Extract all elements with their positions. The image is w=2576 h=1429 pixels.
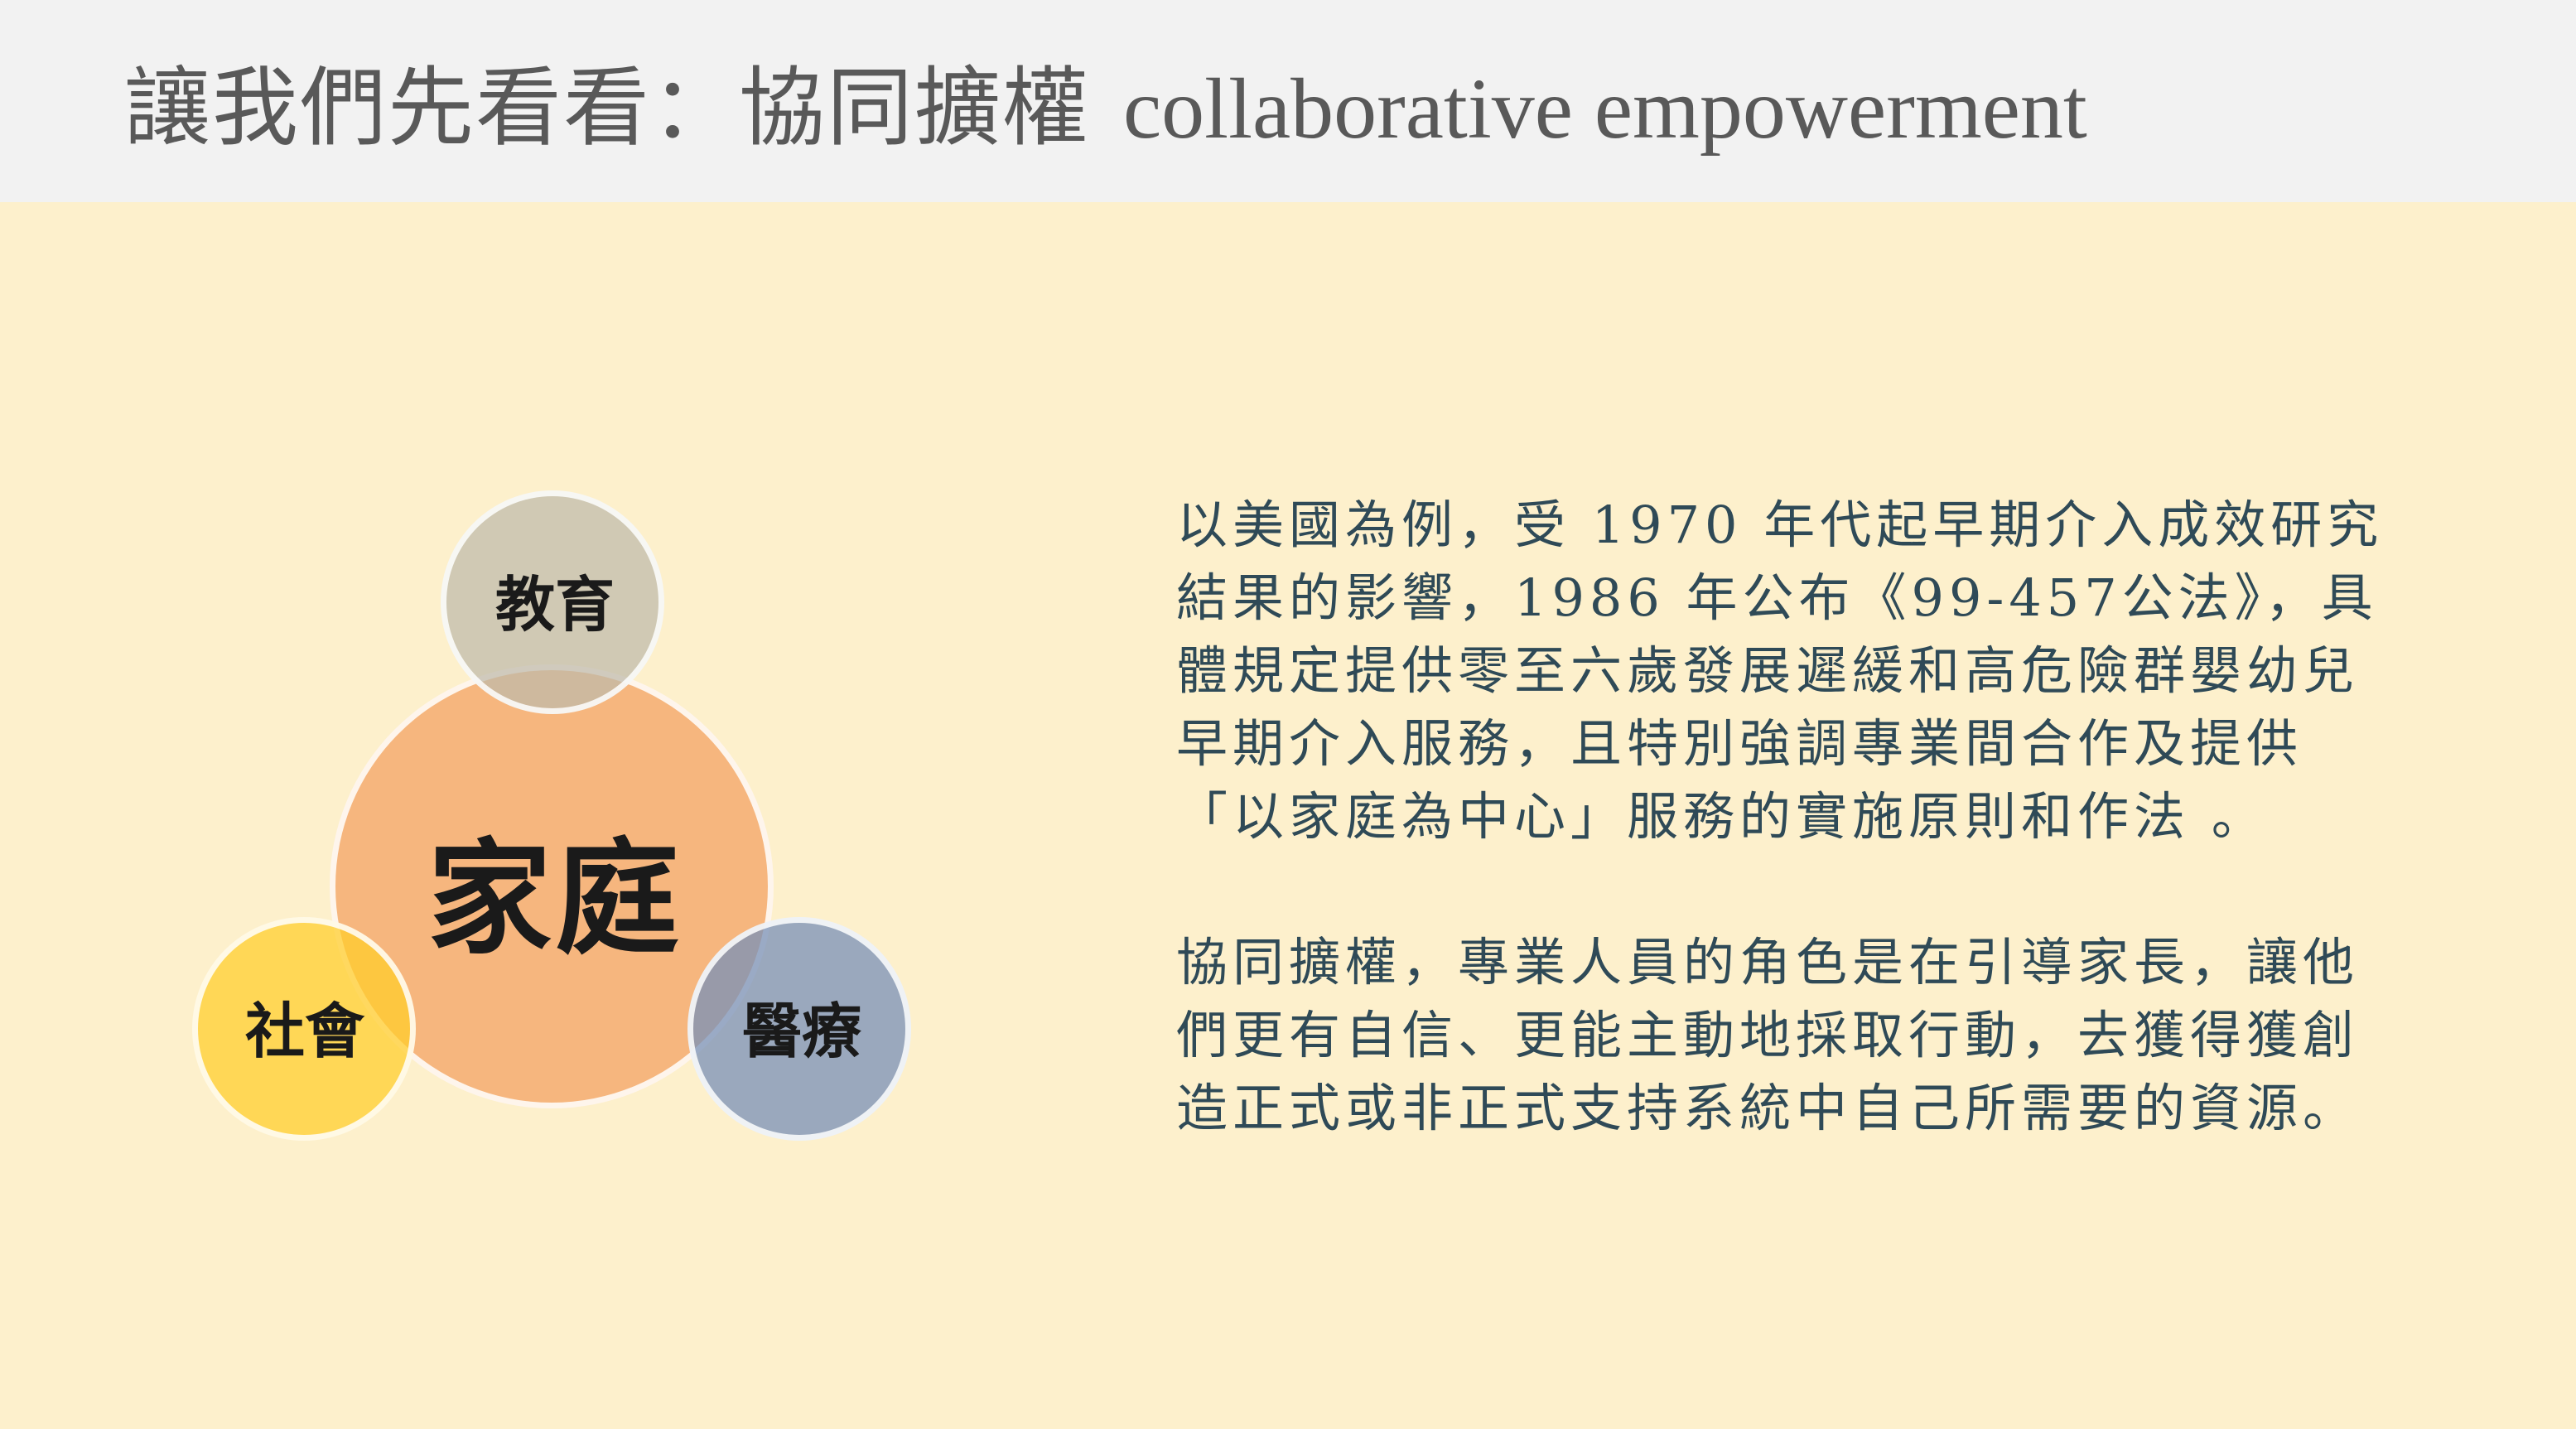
slide-title-en: collaborative empowerment (1123, 61, 2087, 157)
paragraph-history: 以美國為例，受 1970 年代起早期介入成效研究 結果的影響，1986 年公布《… (1176, 495, 2384, 847)
education-label: 教育 (494, 569, 615, 640)
venn-diagram: 家庭 教育 社會 醫療 (0, 0, 994, 1429)
family-label: 家庭 (427, 826, 683, 972)
paragraph-empowerment: 協同擴權，專業人員的角色是在引導家長，讓他 們更有自信、更能主動地採取行動，去獲… (1176, 932, 2360, 1138)
body-text: 以美國為例，受 1970 年代起早期介入成效研究 結果的影響，1986 年公布《… (1176, 489, 2501, 1145)
society-label: 社會 (244, 996, 364, 1066)
medical-label: 醫療 (741, 996, 861, 1066)
